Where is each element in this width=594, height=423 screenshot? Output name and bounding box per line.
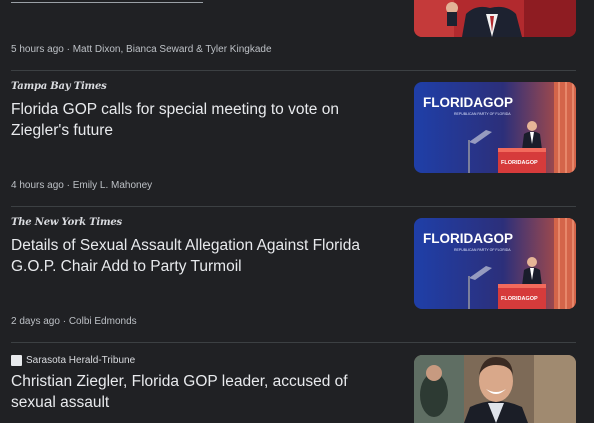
article-thumbnail[interactable]: FLORIDAGOP REPUBLICAN PARTY OF FLORIDA F… (414, 82, 576, 173)
divider (11, 342, 576, 343)
source-label[interactable]: The New York Times (11, 217, 122, 228)
svg-text:REPUBLICAN PARTY OF FLORIDA: REPUBLICAN PARTY OF FLORIDA (454, 112, 511, 116)
svg-text:FLORIDAGOP: FLORIDAGOP (501, 160, 538, 166)
article-meta: 5 hours ago · Matt Dixon, Bianca Seward … (11, 44, 272, 55)
source-name: The New York Times (11, 217, 122, 228)
article-thumbnail[interactable] (414, 0, 576, 37)
source-favicon-icon (11, 355, 22, 366)
article-headline[interactable]: Christian Ziegler, Florida GOP leader, a… (11, 371, 391, 413)
svg-text:FLORIDAGOP: FLORIDAGOP (423, 95, 513, 110)
source-label[interactable]: Sarasota Herald-Tribune (11, 355, 135, 366)
article-headline[interactable]: Details of Sexual Assault Allegation Aga… (11, 235, 391, 277)
article-meta: 2 days ago · Colbi Edmonds (11, 316, 137, 327)
source-name: Sarasota Herald-Tribune (26, 355, 136, 366)
svg-text:FLORIDAGOP: FLORIDAGOP (501, 296, 538, 302)
svg-text:REPUBLICAN PARTY OF FLORIDA: REPUBLICAN PARTY OF FLORIDA (454, 248, 511, 252)
svg-text:FLORIDAGOP: FLORIDAGOP (423, 231, 513, 246)
article-thumbnail[interactable]: FLORIDAGOP REPUBLICAN PARTY OF FLORIDA F… (414, 218, 576, 309)
article-headline[interactable]: Florida GOP calls for special meeting to… (11, 99, 391, 141)
source-name: Tampa Bay Times (11, 81, 107, 92)
source-label[interactable]: Tampa Bay Times (11, 81, 107, 92)
divider (11, 206, 576, 207)
article-thumbnail[interactable] (414, 355, 576, 423)
divider (11, 70, 576, 71)
headline-partial-underline[interactable] (11, 0, 203, 3)
article-meta: 4 hours ago · Emily L. Mahoney (11, 180, 153, 191)
